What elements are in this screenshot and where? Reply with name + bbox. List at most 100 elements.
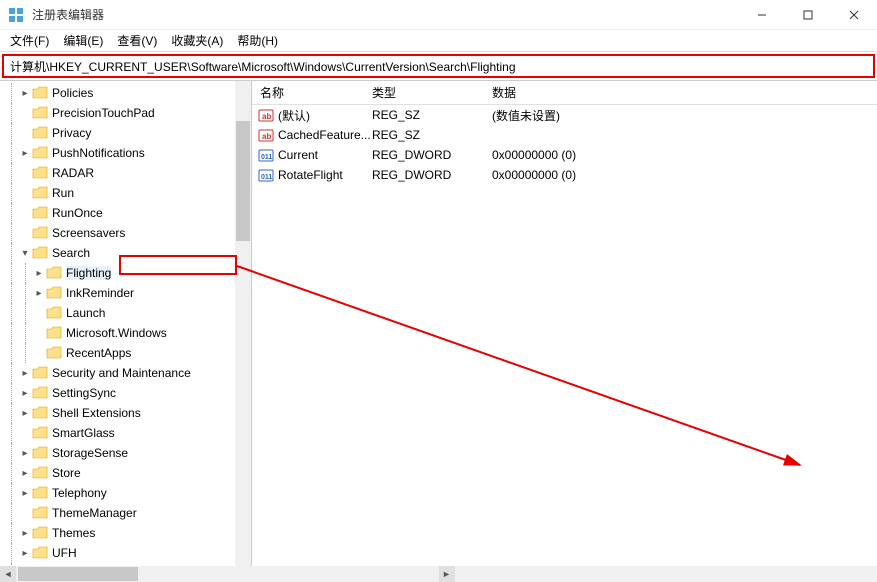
value-row[interactable]: 011RotateFlightREG_DWORD0x00000000 (0) [252,165,877,185]
tree-label: Run [52,186,74,200]
horizontal-scrollbar[interactable]: ◄ ► [0,566,877,582]
folder-icon [32,546,48,560]
menu-help[interactable]: 帮助(H) [231,30,284,51]
folder-icon [32,506,48,520]
expand-icon[interactable]: ▸ [18,368,32,379]
tree-item[interactable]: Launch [0,303,251,323]
tree-label: Store [52,466,81,480]
value-row[interactable]: ab(默认)REG_SZ(数值未设置) [252,105,877,125]
expand-icon[interactable]: ▸ [18,148,32,159]
folder-icon [32,386,48,400]
tree-item[interactable]: ▸StorageSense [0,443,251,463]
address-bar[interactable]: 计算机\HKEY_CURRENT_USER\Software\Microsoft… [2,54,875,78]
scroll-right-button[interactable]: ► [439,566,455,582]
folder-icon [32,146,48,160]
value-type: REG_DWORD [372,168,492,182]
tree-item[interactable]: ▸ PushNotifications [0,143,251,163]
scroll-left-button[interactable]: ◄ [0,566,16,582]
tree-item[interactable]: ▸Flighting [0,263,251,283]
tree-item[interactable]: RunOnce [0,203,251,223]
expand-icon[interactable]: ▸ [32,268,46,279]
folder-icon [46,326,62,340]
tree-item[interactable]: ▸InkReminder [0,283,251,303]
expand-icon[interactable]: ▾ [18,248,32,259]
tree-label: Search [52,246,90,260]
minimize-button[interactable] [739,0,785,30]
tree-item[interactable]: RecentApps [0,343,251,363]
folder-icon [46,266,62,280]
folder-icon [32,186,48,200]
tree-label: PushNotifications [52,146,145,160]
tree-item[interactable]: ▸ Security and Maintenance [0,363,251,383]
tree-label: RunOnce [52,206,103,220]
column-data[interactable]: 数据 [492,84,877,101]
menu-edit[interactable]: 编辑(E) [57,30,109,51]
column-type[interactable]: 类型 [372,84,492,101]
expand-icon[interactable]: ▸ [18,468,32,479]
expand-icon[interactable]: ▸ [18,548,32,559]
folder-icon [46,346,62,360]
tree-label: Screensavers [52,226,125,240]
tree-item[interactable]: ▸Shell Extensions [0,403,251,423]
menu-file[interactable]: 文件(F) [4,30,55,51]
window-title: 注册表编辑器 [32,6,739,23]
tree-label: SmartGlass [52,426,115,440]
app-icon [8,7,24,23]
tree-item[interactable]: ▸ Store [0,463,251,483]
value-name: RotateFlight [278,168,372,182]
value-type: REG_SZ [372,108,492,122]
tree-label: RecentApps [66,346,131,360]
tree-item[interactable]: Run [0,183,251,203]
folder-icon [32,86,48,100]
tree-item[interactable]: Microsoft.Windows [0,323,251,343]
tree-item[interactable]: ▸Policies [0,83,251,103]
menu-view[interactable]: 查看(V) [111,30,163,51]
folder-icon [32,106,48,120]
tree-label: Security and Maintenance [52,366,191,380]
tree-item[interactable]: ▸UFH [0,543,251,563]
maximize-button[interactable] [785,0,831,30]
expand-icon[interactable]: ▸ [18,88,32,99]
tree-item[interactable]: ▸Themes [0,523,251,543]
value-name: (默认) [278,107,372,124]
folder-icon [32,366,48,380]
svg-text:ab: ab [262,132,271,141]
svg-text:ab: ab [262,112,271,121]
values-pane[interactable]: 名称 类型 数据 ab(默认)REG_SZ(数值未设置)abCachedFeat… [252,81,877,566]
value-name: CachedFeature... [278,128,372,142]
expand-icon[interactable]: ▸ [18,528,32,539]
tree-item[interactable]: PrecisionTouchPad [0,103,251,123]
tree-label: Launch [66,306,105,320]
close-button[interactable] [831,0,877,30]
folder-icon [32,486,48,500]
tree-item[interactable]: RADAR [0,163,251,183]
tree-item[interactable]: SmartGlass [0,423,251,443]
tree-pane[interactable]: ▸Policies PrecisionTouchPad Privacy ▸ PushNo… [0,81,252,566]
folder-icon [46,286,62,300]
value-row[interactable]: ab CachedFeature...REG_SZ [252,125,877,145]
column-name[interactable]: 名称 [252,84,372,101]
expand-icon[interactable]: ▸ [18,408,32,419]
tree-label: PrecisionTouchPad [52,106,155,120]
expand-icon[interactable]: ▸ [32,288,46,299]
value-row[interactable]: 011CurrentREG_DWORD0x00000000 (0) [252,145,877,165]
tree-item[interactable]: Privacy [0,123,251,143]
values-header: 名称 类型 数据 [252,81,877,105]
folder-icon [32,246,48,260]
title-bar: 注册表编辑器 [0,0,877,30]
dword-value-icon: 011 [258,147,274,163]
expand-icon[interactable]: ▸ [18,448,32,459]
tree-item[interactable]: ▸SettingSync [0,383,251,403]
folder-icon [32,166,48,180]
tree-item[interactable]: ▸Telephony [0,483,251,503]
expand-icon[interactable]: ▸ [18,388,32,399]
tree-item[interactable]: ▾ Search [0,243,251,263]
menu-favorites[interactable]: 收藏夹(A) [165,30,229,51]
value-type: REG_SZ [372,128,492,142]
expand-icon[interactable]: ▸ [18,488,32,499]
tree-item[interactable]: Screensavers [0,223,251,243]
tree-vertical-scrollbar[interactable] [235,81,251,566]
tree-label: RADAR [52,166,94,180]
tree-item[interactable]: ThemeManager [0,503,251,523]
window-controls [739,0,877,30]
